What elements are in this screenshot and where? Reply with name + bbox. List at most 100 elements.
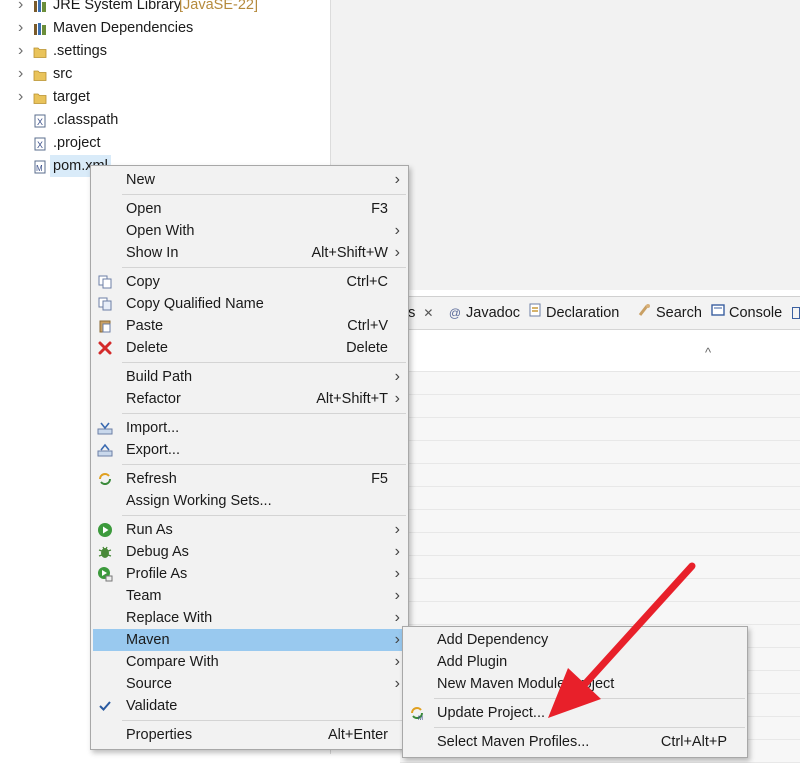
menu-item-new-maven-module-project[interactable]: New Maven Module Project: [405, 673, 745, 695]
menu-item-shortcut: Ctrl+Alt+P: [660, 734, 727, 750]
menu-item-select-maven-profiles[interactable]: Select Maven Profiles... Ctrl+Alt+P: [405, 731, 745, 753]
menu-separator: [434, 698, 745, 699]
layout-icon[interactable]: [792, 307, 800, 319]
table-row[interactable]: [400, 533, 800, 556]
menu-item-label: New: [126, 172, 156, 188]
table-row[interactable]: [400, 418, 800, 441]
close-icon[interactable]: ✕: [423, 306, 433, 320]
tab-search[interactable]: Search: [638, 297, 702, 329]
menu-item-refactor[interactable]: Refactor Alt+Shift+T ›: [93, 388, 406, 410]
table-row[interactable]: [400, 510, 800, 533]
table-row[interactable]: [400, 556, 800, 579]
tree-item[interactable]: X .classpath: [0, 109, 330, 131]
tree-item[interactable]: › target: [0, 86, 330, 108]
menu-item-new[interactable]: New ›: [93, 169, 406, 191]
menu-item-show-in[interactable]: Show In Alt+Shift+W ›: [93, 242, 406, 264]
tree-item-label: .project: [53, 135, 101, 151]
menu-item-copy-qualified-name[interactable]: Copy Qualified Name: [93, 293, 406, 315]
menu-item-shortcut: Alt+Enter: [327, 727, 388, 743]
menu-item-compare-with[interactable]: Compare With ›: [93, 651, 406, 673]
menu-item-shortcut: Ctrl+V: [347, 318, 388, 334]
table-row[interactable]: [400, 441, 800, 464]
tab-label: Javadoc: [466, 305, 521, 321]
menu-item-replace-with[interactable]: Replace With ›: [93, 607, 406, 629]
menu-item-properties[interactable]: Properties Alt+Enter: [93, 724, 406, 746]
menu-item-label: Debug As: [126, 544, 189, 560]
menu-item-run-as[interactable]: Run As ›: [93, 519, 406, 541]
menu-item-add-dependency[interactable]: Add Dependency: [405, 629, 745, 651]
menu-separator: [122, 194, 406, 195]
chevron-right-icon: ›: [394, 543, 400, 560]
sort-indicator-icon: ^: [705, 345, 712, 360]
refresh-icon: [97, 471, 113, 487]
menu-item-label: Open: [126, 201, 162, 217]
tree-item-label: Maven Dependencies: [53, 20, 194, 36]
tree-item[interactable]: › Maven Dependencies: [0, 17, 330, 39]
menu-item-maven[interactable]: Maven ›: [93, 629, 406, 651]
table-row[interactable]: [400, 372, 800, 395]
xml-file-icon: X: [33, 113, 47, 128]
maven-update-icon: M: [409, 705, 425, 722]
menu-item-label: Delete: [126, 340, 168, 356]
tab-label: Declaration: [546, 305, 620, 321]
menu-item-label: Refactor: [126, 391, 181, 407]
table-row[interactable]: [400, 602, 800, 625]
panel-tab-bar: ns✕@JavadocDeclarationSearchConsole: [400, 297, 800, 330]
tree-item[interactable]: X .project: [0, 132, 330, 154]
menu-item-label: Run As: [126, 522, 173, 538]
table-row[interactable]: [400, 487, 800, 510]
menu-item-shortcut: Alt+Shift+T: [316, 391, 388, 407]
menu-item-build-path[interactable]: Build Path ›: [93, 366, 406, 388]
menu-item-label: New Maven Module Project: [437, 676, 615, 692]
menu-item-export[interactable]: Export...: [93, 439, 406, 461]
menu-item-team[interactable]: Team ›: [93, 585, 406, 607]
menu-separator: [122, 515, 406, 516]
xml-file-icon: X: [33, 136, 47, 151]
tab-console[interactable]: Console: [711, 297, 782, 329]
chevron-right-icon[interactable]: ›: [18, 40, 30, 62]
tab-declaration[interactable]: Declaration: [528, 297, 619, 329]
chevron-right-icon[interactable]: ›: [18, 17, 30, 39]
menu-item-import[interactable]: Import...: [93, 417, 406, 439]
checkmark-icon: [97, 698, 113, 714]
menu-item-label: Show In: [126, 245, 179, 261]
table-row[interactable]: [400, 464, 800, 487]
tree-item[interactable]: › .settings: [0, 40, 330, 62]
table-row[interactable]: [400, 395, 800, 418]
svg-text:M: M: [36, 164, 43, 173]
menu-item-assign-working-sets[interactable]: Assign Working Sets...: [93, 490, 406, 512]
menu-item-copy[interactable]: Copy Ctrl+C: [93, 271, 406, 293]
tab-javadoc[interactable]: @ Javadoc: [448, 297, 520, 329]
menu-item-open-with[interactable]: Open With ›: [93, 220, 406, 242]
menu-item-source[interactable]: Source ›: [93, 673, 406, 695]
menu-item-paste[interactable]: Paste Ctrl+V: [93, 315, 406, 337]
menu-item-label: Export...: [126, 442, 180, 458]
tree-item[interactable]: › JRE System Library [JavaSE-22]: [0, 0, 330, 16]
menu-item-add-plugin[interactable]: Add Plugin: [405, 651, 745, 673]
menu-item-validate[interactable]: Validate: [93, 695, 406, 717]
menu-item-label: Add Dependency: [437, 632, 549, 648]
menu-item-debug-as[interactable]: Debug As ›: [93, 541, 406, 563]
menu-item-refresh[interactable]: Refresh F5: [93, 468, 406, 490]
table-row[interactable]: [400, 579, 800, 602]
menu-item-shortcut: Ctrl+C: [346, 274, 389, 290]
menu-item-label: Build Path: [126, 369, 193, 385]
menu-item-open[interactable]: Open F3: [93, 198, 406, 220]
chevron-right-icon[interactable]: ›: [18, 86, 30, 108]
menu-separator: [122, 413, 406, 414]
menu-item-update-project[interactable]: M Update Project...: [405, 702, 745, 724]
menu-item-delete[interactable]: Delete Delete: [93, 337, 406, 359]
menu-item-label: Properties: [126, 727, 193, 743]
column-header[interactable]: n ^: [400, 345, 800, 372]
tree-item[interactable]: › src: [0, 63, 330, 85]
menu-item-label: Assign Working Sets...: [126, 493, 272, 509]
tab-label: Search: [656, 305, 702, 321]
chevron-right-icon[interactable]: ›: [18, 63, 30, 85]
menu-item-profile-as[interactable]: Profile As ›: [93, 563, 406, 585]
import-icon: [97, 420, 113, 436]
menu-separator: [122, 464, 406, 465]
chevron-right-icon: ›: [394, 244, 400, 261]
chevron-right-icon[interactable]: ›: [18, 0, 30, 16]
svg-text:X: X: [37, 140, 43, 150]
declaration-icon: [528, 297, 542, 329]
